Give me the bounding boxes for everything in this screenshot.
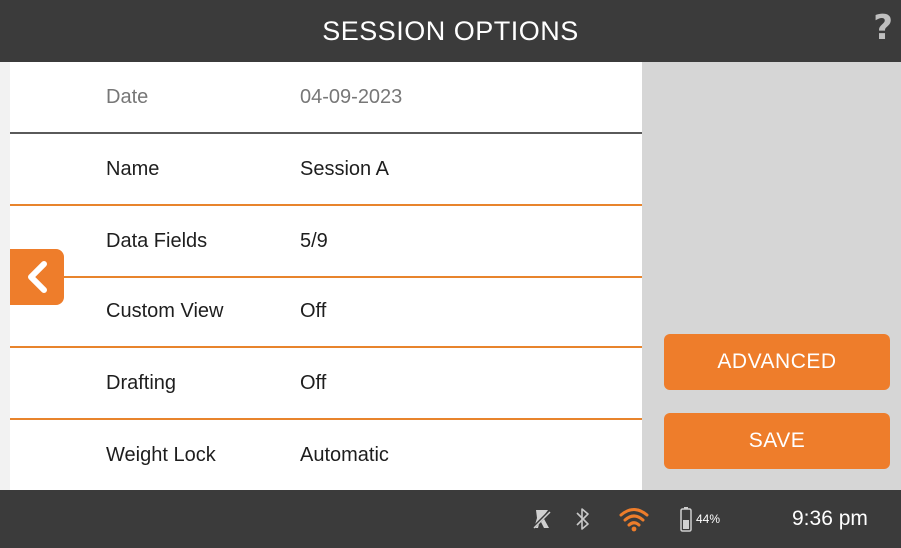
session-options-list: Date 04-09-2023 Name Session A Data Fiel…	[10, 62, 642, 492]
no-gps-icon	[530, 490, 554, 548]
clock-container: 9:36 pm	[792, 490, 868, 548]
option-label: Drafting	[106, 371, 177, 394]
option-value: Session A	[300, 157, 389, 180]
option-value: 04-09-2023	[300, 85, 403, 108]
option-label: Custom View	[106, 299, 224, 322]
option-value: Automatic	[300, 443, 389, 466]
status-bar: 44% 9:36 pm	[0, 490, 901, 548]
page-title: SESSION OPTIONS	[322, 15, 579, 46]
chevron-left-icon	[28, 261, 47, 293]
advanced-button[interactable]: ADVANCED	[664, 334, 890, 390]
option-value: Off	[300, 371, 327, 394]
option-row-drafting[interactable]: Drafting Off	[10, 348, 642, 420]
wifi-icon	[618, 490, 650, 548]
clock: 9:36 pm	[792, 507, 868, 530]
battery-indicator: 44%	[680, 490, 720, 548]
option-row-data-fields[interactable]: Data Fields 5/9	[10, 206, 642, 278]
left-margin	[0, 62, 10, 490]
bluetooth-icon	[575, 490, 591, 548]
option-value: 5/9	[300, 229, 328, 252]
option-label: Name	[106, 157, 160, 180]
option-row-name[interactable]: Name Session A	[10, 134, 642, 206]
option-row-custom-view[interactable]: Custom View Off	[10, 276, 642, 348]
option-value: Off	[300, 299, 327, 322]
back-button[interactable]	[10, 249, 64, 305]
save-button[interactable]: SAVE	[664, 413, 890, 469]
option-label: Date	[106, 85, 149, 108]
title-bar: SESSION OPTIONS ?	[0, 0, 901, 62]
option-label: Weight Lock	[106, 443, 216, 466]
help-button[interactable]: ?	[873, 8, 893, 48]
battery-percentage: 44%	[696, 512, 721, 526]
option-row-weight-lock[interactable]: Weight Lock Automatic	[10, 420, 642, 492]
option-label: Data Fields	[106, 229, 208, 252]
option-row-date[interactable]: Date 04-09-2023	[10, 62, 642, 134]
battery-icon	[680, 507, 692, 532]
